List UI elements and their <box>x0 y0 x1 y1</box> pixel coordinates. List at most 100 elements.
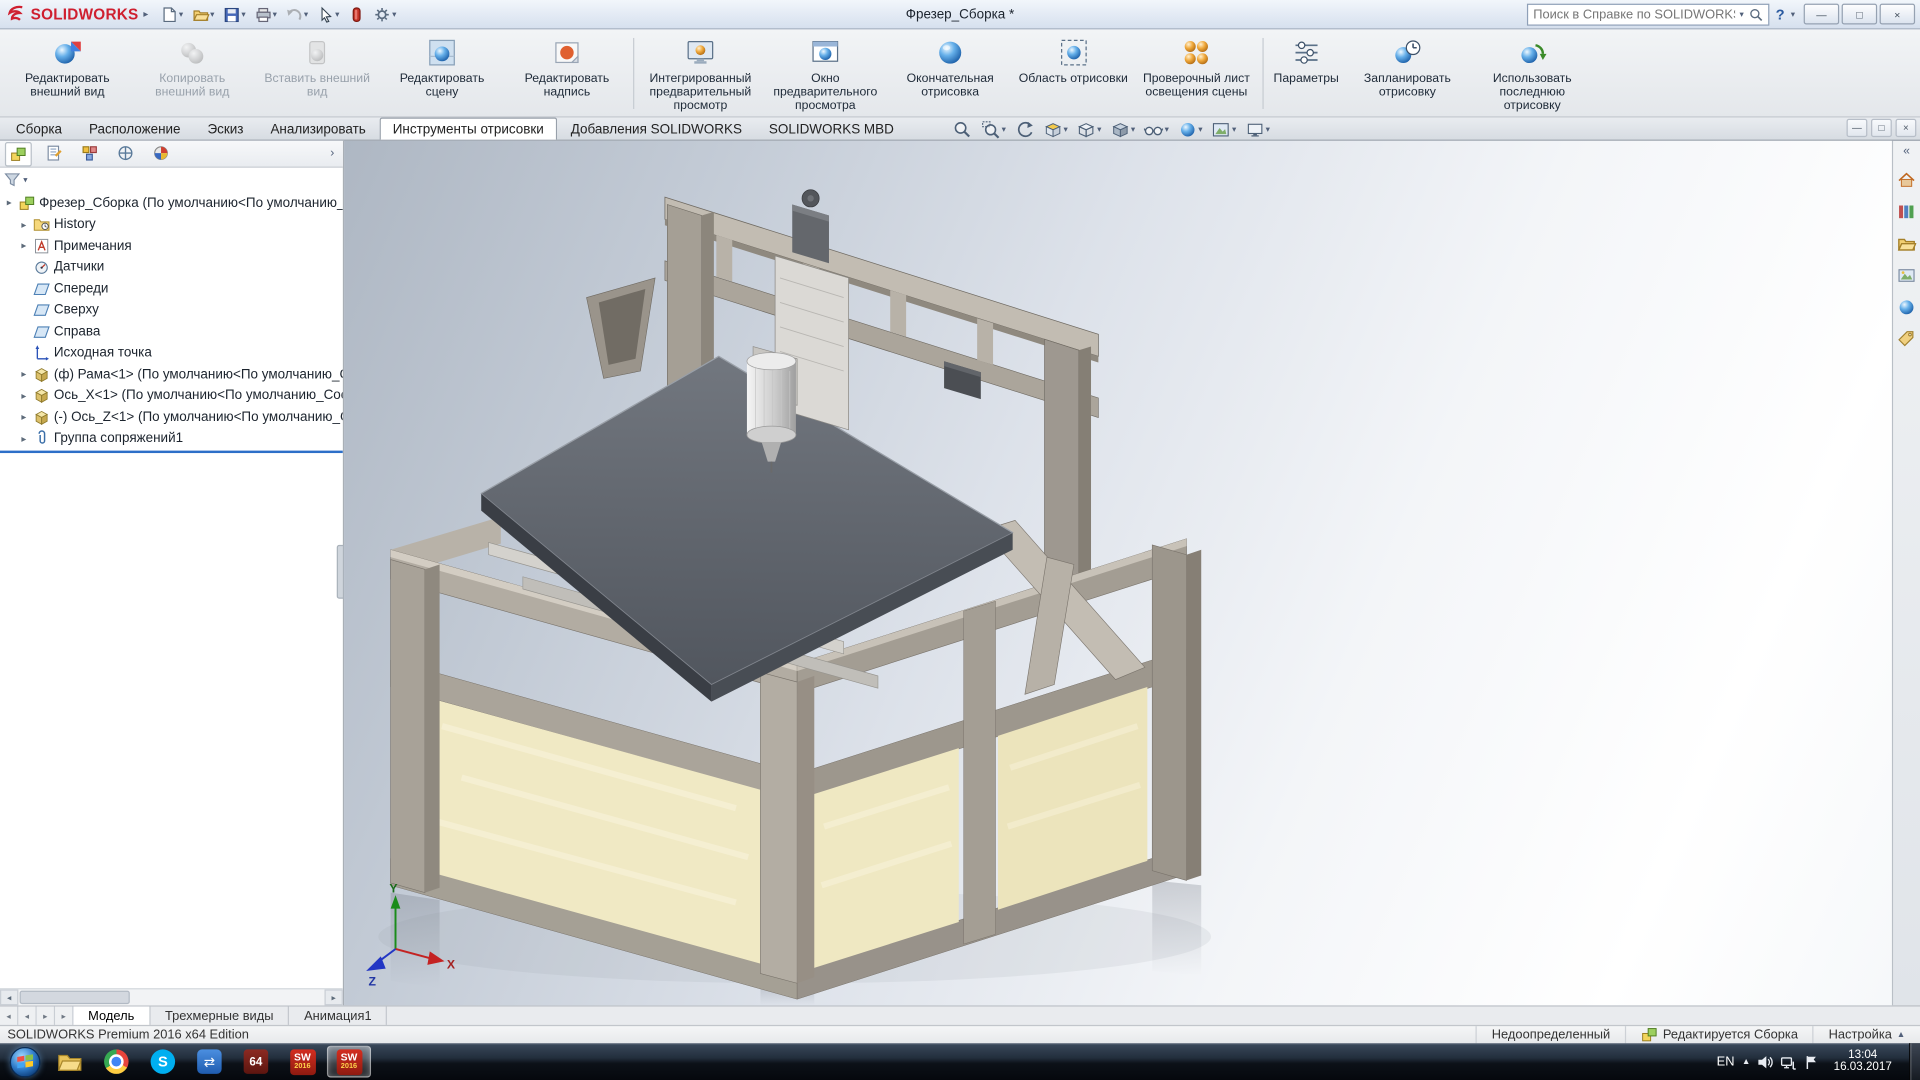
display-style-icon[interactable]: ▾ <box>1110 119 1135 139</box>
render-region-button[interactable]: Область отрисовки <box>1013 32 1134 115</box>
dropdown-icon[interactable]: ▾ <box>1063 124 1067 134</box>
save-button[interactable]: ▾ <box>219 2 249 26</box>
panel-horizontal-scrollbar[interactable]: ◂ ▸ <box>0 988 343 1005</box>
action-center-flag-icon[interactable] <box>1804 1054 1820 1070</box>
appearances-scenes-icon[interactable] <box>1896 296 1917 317</box>
taskbar-64-app-button[interactable]: 64 <box>234 1046 278 1078</box>
start-button[interactable] <box>2 1044 46 1078</box>
tree-item-origin[interactable]: Исходная точка <box>0 342 343 363</box>
custom-properties-icon[interactable] <box>1896 328 1917 349</box>
apply-scene-icon[interactable]: ▾ <box>1211 119 1236 139</box>
taskbar-clock[interactable]: 13:04 16.03.2017 <box>1827 1049 1897 1075</box>
paste-appearance-button[interactable]: Вставить внешний вид <box>255 32 380 115</box>
tree-item-component-rama[interactable]: ▸(ф) Рама<1> (По умолчанию<По умолчанию_… <box>0 364 343 385</box>
tab-feature-manager[interactable] <box>5 141 32 165</box>
tab-configuration-manager[interactable] <box>76 141 103 165</box>
doc-close-button[interactable]: × <box>1896 119 1917 137</box>
tree-item-sensors[interactable]: Датчики <box>0 257 343 278</box>
expand-arrow-icon[interactable]: ▸ <box>4 197 15 208</box>
tab-property-manager[interactable] <box>40 141 67 165</box>
dropdown-icon[interactable]: ▾ <box>1097 124 1101 134</box>
menu-flyout-icon[interactable]: ▸ <box>143 9 148 20</box>
nav-last-icon[interactable]: ▸ <box>55 1007 73 1025</box>
nav-first-icon[interactable]: ◂ <box>0 1007 18 1025</box>
view-orientation-icon[interactable]: ▾ <box>1076 119 1101 139</box>
previous-view-icon[interactable] <box>1015 119 1035 139</box>
expand-arrow-icon[interactable]: ▸ <box>18 412 29 423</box>
taskbar-explorer-button[interactable] <box>48 1046 92 1078</box>
new-document-button[interactable]: ▾ <box>157 2 187 26</box>
dropdown-icon[interactable]: ▾ <box>335 9 339 19</box>
hide-show-items-icon[interactable]: ▾ <box>1144 119 1169 139</box>
dropdown-icon[interactable]: ▾ <box>241 9 245 19</box>
recall-last-render-button[interactable]: Использовать последнюю отрисовку <box>1470 32 1595 115</box>
proof-sheet-button[interactable]: Проверочный лист освещения сцены <box>1134 32 1259 115</box>
volume-icon[interactable] <box>1758 1054 1774 1070</box>
tree-item-component-os-z[interactable]: ▸(-) Ось_Z<1> (По умолчанию<По умолчанию… <box>0 407 343 428</box>
tree-item-right-plane[interactable]: Справа <box>0 321 343 342</box>
tab-sketch[interactable]: Эскиз <box>194 118 257 140</box>
rollback-bar[interactable] <box>0 451 343 453</box>
show-desktop-button[interactable] <box>1909 1043 1920 1080</box>
task-pane-expand-icon[interactable]: « <box>1903 146 1910 158</box>
taskbar-solidworks-active-button[interactable]: SW2016 <box>327 1046 371 1078</box>
tree-item-annotations[interactable]: ▸Примечания <box>0 235 343 256</box>
expand-arrow-icon[interactable]: ▸ <box>18 390 29 401</box>
dropdown-icon[interactable]: ▾ <box>1266 124 1270 134</box>
file-explorer-icon[interactable] <box>1896 233 1917 254</box>
graphics-area[interactable]: Y X Z <box>344 141 1892 1005</box>
help-button[interactable]: ? <box>1776 6 1785 23</box>
help-search-box[interactable]: ▾ <box>1527 3 1769 25</box>
dropdown-icon[interactable]: ▾ <box>304 9 308 19</box>
tab-solidworks-addins[interactable]: Добавления SOLIDWORKS <box>557 118 755 140</box>
tree-item-component-os-x[interactable]: ▸Ось_X<1> (По умолчанию<По умолчанию_Сос… <box>0 385 343 406</box>
preview-window-button[interactable]: Окно предварительного просмотра <box>763 32 888 115</box>
panel-splitter-grip[interactable] <box>337 545 344 599</box>
dropdown-icon[interactable]: ▾ <box>179 9 183 19</box>
custom-mode-button[interactable]: Настройка▲ <box>1813 1026 1920 1043</box>
show-hidden-icons-button[interactable]: ▲ <box>1742 1057 1750 1066</box>
dropdown-icon[interactable]: ▾ <box>210 9 214 19</box>
maximize-button[interactable]: □ <box>1842 4 1878 25</box>
taskbar-solidworks-button[interactable]: SW2016 <box>280 1046 324 1078</box>
print-button[interactable]: ▾ <box>251 2 281 26</box>
tab-layout[interactable]: Расположение <box>75 118 194 140</box>
taskbar-skype-button[interactable]: S <box>141 1046 185 1078</box>
schedule-render-button[interactable]: Запланировать отрисовку <box>1345 32 1470 115</box>
dropdown-icon[interactable]: ▾ <box>1198 124 1202 134</box>
render-options-button[interactable]: Параметры <box>1267 32 1345 115</box>
options-button[interactable]: ▾ <box>370 2 400 26</box>
select-button[interactable]: ▾ <box>313 2 343 26</box>
expand-arrow-icon[interactable]: ▸ <box>18 369 29 380</box>
tab-model[interactable]: Модель <box>73 1007 150 1025</box>
dropdown-icon[interactable]: ▾ <box>1131 124 1135 134</box>
3d-model-cnc-router[interactable]: Y X Z <box>344 141 1892 1005</box>
tree-item-front-plane[interactable]: Спереди <box>0 278 343 299</box>
scroll-left-button[interactable]: ◂ <box>0 989 18 1005</box>
zoom-fit-icon[interactable] <box>953 119 973 139</box>
help-dropdown-icon[interactable]: ▾ <box>1791 9 1795 19</box>
solidworks-resources-icon[interactable] <box>1896 169 1917 190</box>
edit-appearance-hud-icon[interactable]: ▾ <box>1177 119 1202 139</box>
minimize-button[interactable]: — <box>1804 4 1840 25</box>
tab-display-manager[interactable] <box>147 141 174 165</box>
nav-prev-icon[interactable]: ◂ <box>18 1007 36 1025</box>
nav-next-icon[interactable]: ▸ <box>37 1007 55 1025</box>
open-document-button[interactable]: ▾ <box>188 2 218 26</box>
tab-animation1[interactable]: Анимация1 <box>289 1007 387 1025</box>
edit-appearance-button[interactable]: Редактировать внешний вид <box>5 32 130 115</box>
scrollbar-thumb[interactable] <box>20 991 130 1004</box>
filter-dropdown-icon[interactable]: ▾ <box>23 174 27 184</box>
scroll-right-button[interactable]: ▸ <box>324 989 342 1005</box>
doc-minimize-button[interactable]: — <box>1847 119 1868 137</box>
taskbar-sync-app-button[interactable]: ⇄ <box>187 1046 231 1078</box>
view-settings-icon[interactable]: ▾ <box>1245 119 1270 139</box>
tab-dimxpert-manager[interactable] <box>111 141 138 165</box>
taskbar-chrome-button[interactable] <box>94 1046 138 1078</box>
tab-render-tools[interactable]: Инструменты отрисовки <box>379 118 557 140</box>
tab-assembly[interactable]: Сборка <box>2 118 75 140</box>
search-scope-dropdown-icon[interactable]: ▾ <box>1740 9 1744 19</box>
dropdown-icon[interactable]: ▾ <box>1232 124 1236 134</box>
doc-restore-button[interactable]: □ <box>1871 119 1892 137</box>
filter-icon[interactable] <box>4 171 21 188</box>
